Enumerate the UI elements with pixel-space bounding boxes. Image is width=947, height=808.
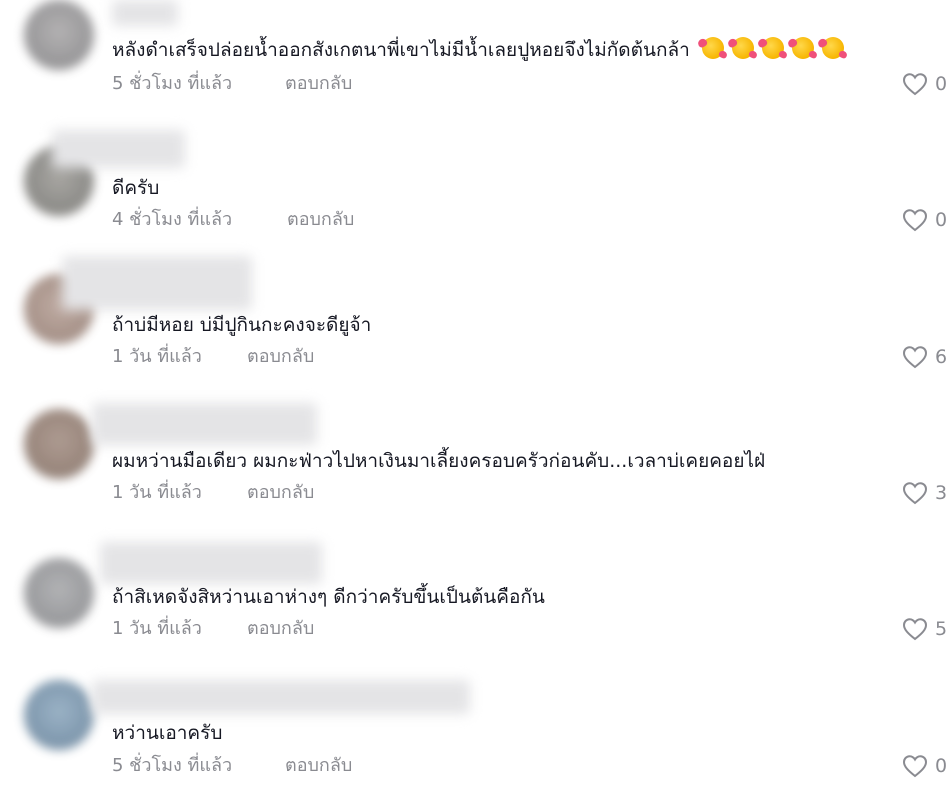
- smiling-face-with-hearts-icon: [791, 37, 814, 59]
- like-count: 0: [935, 755, 947, 777]
- smiling-face-with-hearts-icon: [731, 37, 754, 59]
- comment-item: หลังดำเสร็จปล่อยน้ำออกสังเกตนาพี่เขาไม่ม…: [0, 0, 947, 136]
- comment-item: หว่านเอาครับ 5 ชั่วโมง ที่แล้ว ตอบกลับ 0: [0, 668, 947, 804]
- heart-outline-icon: [902, 482, 928, 505]
- comment-time: 1 วัน ที่แล้ว: [112, 482, 202, 503]
- comment-time: 1 วัน ที่แล้ว: [112, 618, 202, 639]
- like-button[interactable]: 5: [902, 617, 947, 641]
- smiling-face-with-hearts-icon: [821, 37, 844, 59]
- reply-button[interactable]: ตอบกลับ: [285, 754, 352, 778]
- avatar[interactable]: [24, 0, 94, 70]
- comment-text: ดีครับ: [112, 177, 160, 199]
- username-blurred[interactable]: [92, 403, 317, 445]
- comment-text: ถ้าบ่มีหอย บ่มีปูกินกะคงจะดียูจ้า: [112, 314, 372, 336]
- username-blurred[interactable]: [92, 680, 470, 714]
- comment-time: 4 ชั่วโมง ที่แล้ว: [112, 209, 233, 230]
- like-button[interactable]: 6: [902, 345, 947, 369]
- reply-button[interactable]: ตอบกลับ: [247, 617, 314, 641]
- comment-time: 1 วัน ที่แล้ว: [112, 346, 202, 367]
- username-blurred[interactable]: [62, 256, 252, 310]
- comment-item: ผมหว่านมือเดียว ผมกะฟ่าวไปหาเงินมาเลี้ยง…: [0, 393, 947, 529]
- heart-outline-icon: [902, 618, 928, 641]
- reply-button[interactable]: ตอบกลับ: [247, 345, 314, 369]
- like-count: 3: [935, 482, 947, 504]
- username-blurred[interactable]: [112, 0, 178, 26]
- comment-item: ถ้าสิเหดจังสิหว่านเอาห่างๆ ดีกว่าครับขึ้…: [0, 528, 947, 664]
- username-blurred[interactable]: [100, 542, 322, 584]
- smiling-face-with-hearts-icon: [701, 37, 724, 59]
- reply-button[interactable]: ตอบกลับ: [285, 72, 352, 96]
- like-button[interactable]: 3: [902, 481, 947, 505]
- emoji-group: [694, 37, 844, 63]
- comment-time: 5 ชั่วโมง ที่แล้ว: [112, 755, 233, 776]
- comment-item: ดีครับ 4 ชั่วโมง ที่แล้ว ตอบกลับ 0: [0, 130, 947, 266]
- like-button[interactable]: 0: [902, 208, 947, 232]
- like-count: 6: [935, 346, 947, 368]
- avatar[interactable]: [24, 558, 94, 628]
- like-count: 0: [935, 209, 947, 231]
- avatar[interactable]: [24, 409, 94, 479]
- comment-text: ถ้าสิเหดจังสิหว่านเอาห่างๆ ดีกว่าครับขึ้…: [112, 586, 545, 608]
- comment-item: ถ้าบ่มีหอย บ่มีปูกินกะคงจะดียูจ้า 1 วัน …: [0, 256, 947, 392]
- comment-text: หลังดำเสร็จปล่อยน้ำออกสังเกตนาพี่เขาไม่ม…: [112, 37, 844, 63]
- username-blurred[interactable]: [52, 130, 185, 168]
- comment-body: หลังดำเสร็จปล่อยน้ำออกสังเกตนาพี่เขาไม่ม…: [112, 39, 690, 61]
- comment-time: 5 ชั่วโมง ที่แล้ว: [112, 73, 233, 94]
- reply-button[interactable]: ตอบกลับ: [287, 208, 354, 232]
- heart-outline-icon: [902, 73, 928, 96]
- smiling-face-with-hearts-icon: [761, 37, 784, 59]
- like-button[interactable]: 0: [902, 72, 947, 96]
- like-count: 5: [935, 618, 947, 640]
- avatar[interactable]: [24, 680, 94, 750]
- heart-outline-icon: [902, 346, 928, 369]
- like-button[interactable]: 0: [902, 754, 947, 778]
- comment-text: ผมหว่านมือเดียว ผมกะฟ่าวไปหาเงินมาเลี้ยง…: [112, 450, 766, 472]
- reply-button[interactable]: ตอบกลับ: [247, 481, 314, 505]
- like-count: 0: [935, 73, 947, 95]
- heart-outline-icon: [902, 209, 928, 232]
- comment-text: หว่านเอาครับ: [112, 722, 223, 744]
- heart-outline-icon: [902, 755, 928, 778]
